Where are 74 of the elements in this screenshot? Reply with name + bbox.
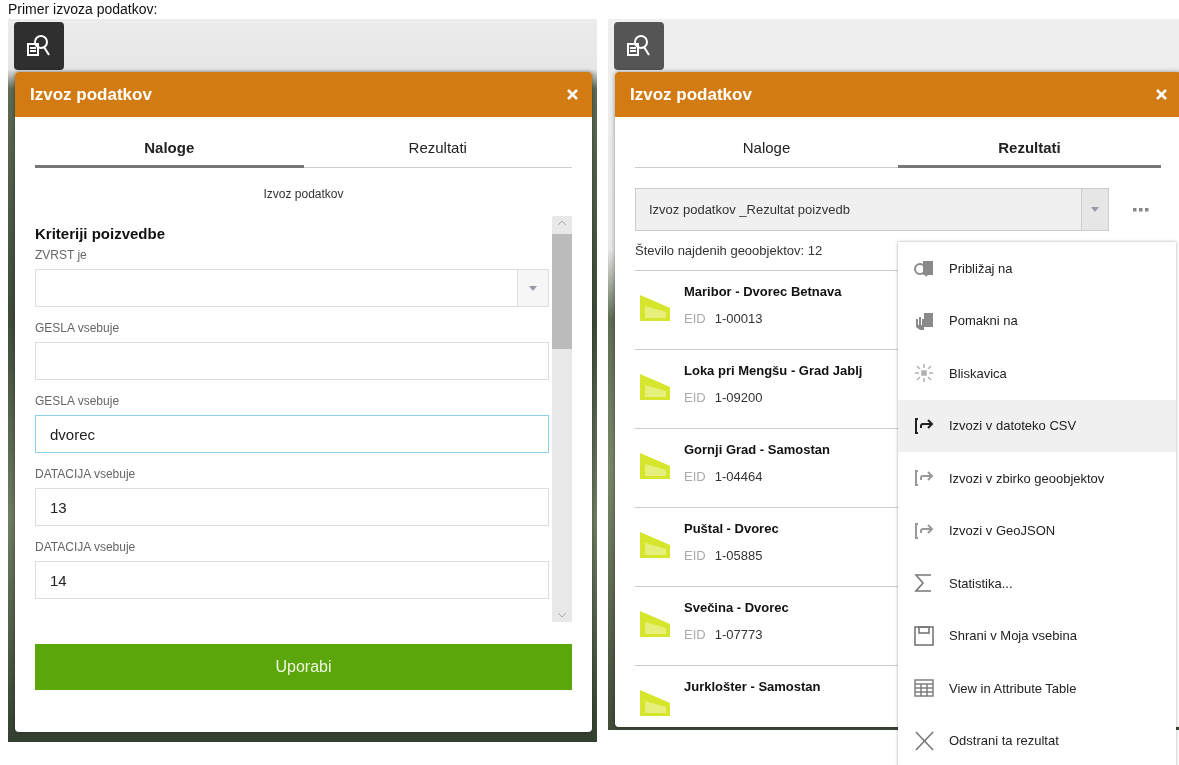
scroll-up-icon[interactable] [557,220,567,226]
input-field[interactable] [35,342,549,380]
polygon-icon [639,531,671,559]
menu-item[interactable]: Pomakni na [898,294,1176,347]
result-title[interactable]: Maribor - Dvorec Betnava [684,284,842,299]
polygon-icon [639,294,671,322]
tab[interactable]: Naloge [635,133,898,168]
menu-item[interactable]: Izvozi v GeoJSON [898,504,1176,557]
caret-icon [529,285,537,291]
export-icon [913,415,935,436]
field-label: GESLA vsebuje [35,321,121,335]
result-title[interactable]: Jurklošter - Samostan [684,679,821,694]
result-title[interactable]: Puštal - Dvorec [684,521,779,536]
document-search-icon [626,34,652,58]
tool-button[interactable] [614,22,664,70]
tool-button[interactable] [14,22,64,70]
export-icon [913,468,935,489]
menu-item[interactable]: Približaj na [898,242,1176,295]
close-icon [913,730,935,751]
menu-item[interactable]: View in Attribute Table [898,662,1176,715]
more-icon[interactable] [1133,207,1149,212]
dropdown-field[interactable] [35,269,549,307]
id-label: EID [684,627,706,642]
polygon-icon [639,452,671,480]
result-title[interactable]: Gornji Grad - Samostan [684,442,830,457]
input-field[interactable]: 13 [35,488,549,526]
field-label: DATACIJA vsebuje [35,540,137,554]
scrollbar[interactable] [552,216,572,622]
scroll-down-icon[interactable] [557,612,567,618]
document-search-icon [26,34,52,58]
hand-icon [913,310,935,331]
table-icon [913,678,935,699]
task-title: Izvoz podatkov [262,187,345,201]
polygon-icon [639,689,671,717]
menu-item[interactable]: Bliskavica [898,347,1176,400]
field-label: GESLA vsebuje [35,394,121,408]
tab[interactable]: Rezultati [898,133,1161,168]
caption: Primer izvoza podatkov: [8,1,158,17]
id-value: 1-05885 [714,548,763,563]
panel-title: Izvoz podatkov [630,84,752,105]
menu-item[interactable]: Izvozi v datoteko CSV [898,399,1176,452]
id-value: 1-04464 [714,469,763,484]
id-value: 1-09200 [714,390,763,405]
result-count: Število najdenih geoobjektov: 12 [635,243,824,258]
field-label: ZVRST je [35,248,88,262]
input-field[interactable]: dvorec [35,415,549,453]
menu-item[interactable]: Odstrani ta rezultat [898,714,1176,765]
result-title[interactable]: Svečina - Dvorec [684,600,789,615]
id-value: 1-07773 [714,627,763,642]
close-icon[interactable] [567,89,578,100]
export-icon [913,520,935,541]
menu-item[interactable]: Izvozi v zbirko geoobjektov [898,452,1176,505]
result-title[interactable]: Loka pri Mengšu - Grad Jablj [684,363,863,378]
close-icon[interactable] [1156,89,1167,100]
sun-icon [913,363,935,384]
polygon-icon [639,610,671,638]
result-set-dropdown[interactable]: Izvoz podatkov _Rezultat poizvedb [635,188,1081,231]
section-heading: Kriteriji poizvedbe [35,225,167,242]
zoom-icon [913,258,935,279]
menu-item[interactable]: Shrani v Moja vsebina [898,609,1176,662]
caret-icon [1091,207,1099,212]
dropdown-button[interactable] [1081,188,1109,231]
tab[interactable]: Naloge [35,133,304,168]
field-label: DATACIJA vsebuje [35,467,137,481]
panel-title: Izvoz podatkov [30,84,152,105]
id-label: EID [684,548,706,563]
input-field[interactable]: 14 [35,561,549,599]
tab[interactable]: Rezultati [303,133,572,168]
id-label: EID [684,469,706,484]
menu-item[interactable]: Statistika... [898,557,1176,610]
id-value: 1-00013 [714,311,763,326]
id-label: EID [684,390,706,405]
polygon-icon [639,373,671,401]
id-label: EID [684,311,706,326]
